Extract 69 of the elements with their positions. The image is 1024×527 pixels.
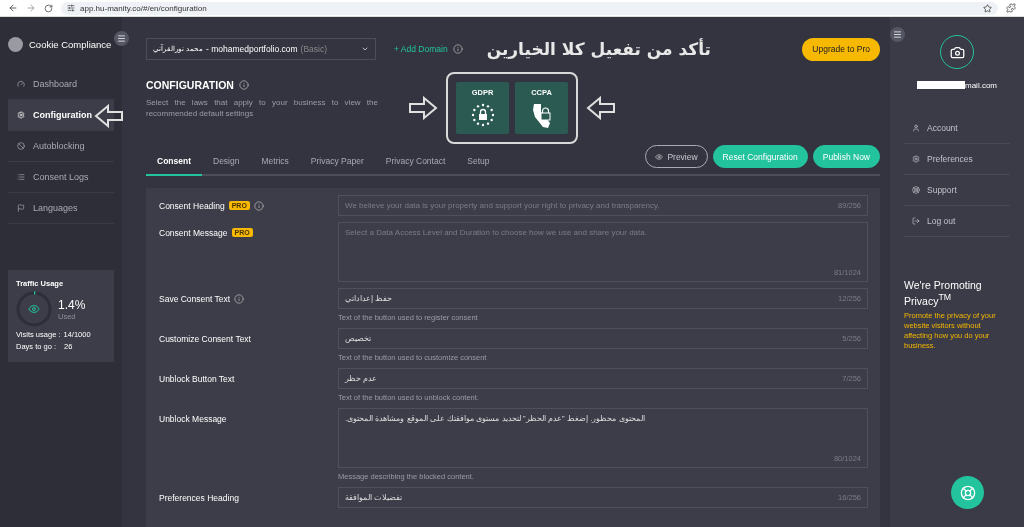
menu-button[interactable] (890, 27, 905, 42)
info-icon[interactable] (452, 44, 463, 54)
gear-icon (912, 155, 920, 163)
plan-label: (Basic) (300, 44, 328, 54)
camera-icon (949, 44, 965, 60)
tab[interactable]: Privacy Contact (374, 156, 457, 176)
tab[interactable]: Metrics (250, 156, 300, 176)
caret-icon (361, 45, 369, 53)
list-icon (17, 173, 25, 181)
user-icon (912, 124, 920, 132)
tab[interactable]: Privacy Paper (299, 156, 375, 176)
tab[interactable]: Design (202, 156, 251, 176)
tab[interactable]: Setup (456, 156, 501, 176)
url-text: app.hu-manity.co/#/en/configuration (80, 3, 207, 13)
section-description: Select the laws that apply to your business to view the recommended default settings (146, 97, 378, 119)
add-domain-link[interactable]: + Add Domain (394, 44, 448, 54)
field-label: Save Consent Text (159, 294, 231, 304)
domain-name: - mohamedportfolio.com (205, 44, 298, 54)
gauge-icon (17, 80, 25, 88)
address-bar[interactable]: app.hu-manity.co/#/en/configuration (61, 1, 998, 15)
redaction-mark (917, 79, 965, 91)
field-label: Preferences Heading (159, 493, 239, 503)
support-button[interactable] (951, 476, 984, 509)
account-menu-item[interactable]: Log out (904, 206, 1010, 237)
annotation-arrow (408, 96, 438, 120)
eye-icon (29, 305, 39, 313)
reload-icon[interactable] (44, 3, 53, 13)
bookmark-star-icon[interactable] (983, 3, 992, 13)
info-icon[interactable] (238, 80, 249, 90)
field-label: Consent Heading (159, 201, 225, 211)
menu-button[interactable] (114, 31, 129, 46)
lifebuoy-icon (912, 186, 920, 194)
flag-icon (17, 204, 25, 212)
field-label: Customize Consent Text (159, 334, 251, 344)
gear-icon (17, 111, 25, 119)
nav-item[interactable]: Configuration (8, 100, 114, 131)
section-title: CONFIGURATION (146, 79, 234, 91)
account-menu-item[interactable]: Support (904, 175, 1010, 206)
back-icon[interactable] (8, 3, 18, 13)
logout-icon (912, 217, 920, 225)
upgrade-button[interactable]: Upgrade to Pro (802, 37, 880, 61)
promo-title: We're Promoting Privacy$^{TM}$ (904, 279, 983, 307)
info-icon[interactable] (234, 294, 245, 304)
account-menu-item[interactable]: Account (904, 113, 1010, 144)
star-circle-lock-icon (470, 103, 495, 127)
annotation-arrow (94, 103, 124, 128)
annotation-arrow (586, 96, 616, 120)
extensions-icon[interactable] (1006, 3, 1016, 13)
tab[interactable]: Consent (146, 156, 202, 176)
nav-item[interactable]: Languages (8, 193, 114, 224)
field-label: Consent Message (159, 228, 228, 238)
lifebuoy-icon (959, 484, 976, 501)
app-name: Cookie Compliance (29, 38, 112, 50)
app-logo-icon (8, 36, 23, 52)
eye-icon (655, 152, 664, 161)
info-icon[interactable] (253, 201, 264, 211)
email-text: mail.com (965, 80, 997, 90)
nav-item[interactable]: Consent Logs (8, 162, 114, 193)
ban-icon (17, 142, 25, 150)
usage-percent: 1.4% (58, 297, 86, 312)
field-label: Unblock Button Text (159, 374, 235, 384)
account-menu-item[interactable]: Preferences (904, 144, 1010, 175)
state-map-lock-icon (530, 103, 553, 129)
field-label: Unblock Message (159, 414, 227, 424)
annotation-note: تأكد من تفعيل كلا الخيارين (486, 39, 711, 59)
nav-item[interactable]: Autoblocking (8, 131, 114, 162)
site-settings-icon[interactable] (67, 4, 75, 12)
menu-icon (117, 34, 126, 43)
menu-icon (893, 30, 902, 39)
